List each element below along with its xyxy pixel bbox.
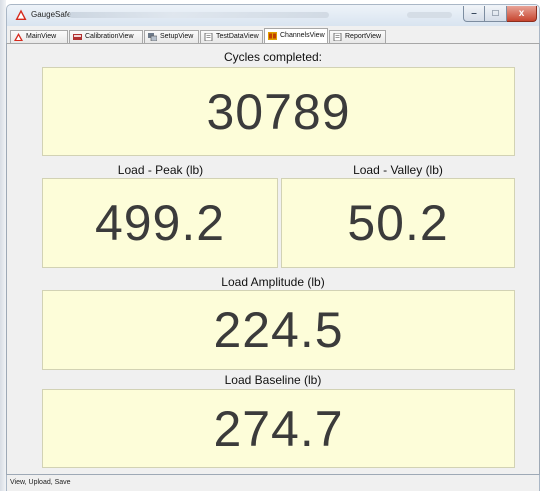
- tab-label: SetupView: [160, 33, 194, 40]
- maximize-icon: □: [492, 8, 499, 19]
- amplitude-value: 224.5: [213, 302, 344, 358]
- title-blurred-text: [69, 12, 329, 18]
- tab-channelsview[interactable]: ChannelsView: [264, 28, 328, 43]
- channels-icon: [268, 32, 277, 40]
- tab-reportview[interactable]: ReportView: [329, 30, 386, 43]
- tab-setupview[interactable]: SetupView: [144, 30, 199, 43]
- valley-label: Load - Valley (lb): [353, 163, 443, 177]
- cycles-value: 30789: [206, 83, 351, 140]
- tab-testdataview[interactable]: TestDataView: [200, 30, 263, 43]
- valley-value: 50.2: [347, 195, 449, 251]
- report-icon: [333, 33, 342, 41]
- cycles-label: Cycles completed:: [223, 50, 323, 64]
- cycles-panel: 30789: [42, 67, 515, 156]
- close-button[interactable]: x: [507, 6, 537, 22]
- valley-panel: 50.2: [281, 178, 515, 268]
- window-right-edge: [540, 0, 545, 491]
- title-bar[interactable]: GaugeSafe – □ x: [6, 4, 540, 26]
- peak-panel: 499.2: [42, 178, 278, 268]
- title-blurred-text-right: [407, 12, 452, 18]
- amplitude-label: Load Amplitude (lb): [221, 275, 325, 289]
- minimize-button[interactable]: –: [463, 6, 485, 22]
- tab-label: CalibrationView: [85, 33, 134, 40]
- tab-calibrationview[interactable]: CalibrationView: [69, 30, 143, 43]
- channels-view: Cycles completed: 30789 Load - Peak (lb)…: [6, 43, 540, 475]
- baseline-value: 274.7: [213, 400, 344, 457]
- app-warning-icon: [15, 9, 27, 20]
- tab-mainview[interactable]: MainView: [10, 30, 68, 43]
- close-icon: x: [518, 8, 525, 19]
- calibration-icon: [73, 34, 82, 40]
- tab-label: ChannelsView: [280, 32, 325, 39]
- status-bar: View, Upload, Save: [6, 475, 540, 491]
- tab-strip: MainView CalibrationView SetupView TestD…: [6, 26, 540, 43]
- tab-label: TestDataView: [216, 33, 259, 40]
- main-window: GaugeSafe – □ x MainView CalibrationView: [0, 0, 545, 491]
- tab-label: ReportView: [345, 33, 382, 40]
- minimize-icon: –: [471, 8, 477, 19]
- tab-label: MainView: [26, 33, 57, 40]
- maximize-button[interactable]: □: [485, 6, 507, 22]
- warning-triangle-icon: [14, 33, 23, 41]
- baseline-panel: 274.7: [42, 389, 515, 468]
- window-title: GaugeSafe: [31, 10, 72, 19]
- status-text: View, Upload, Save: [10, 479, 71, 486]
- peak-label: Load - Peak (lb): [117, 163, 204, 177]
- peak-value: 499.2: [94, 195, 226, 251]
- setup-icon: [148, 33, 157, 41]
- baseline-label: Load Baseline (lb): [224, 373, 322, 387]
- amplitude-panel: 224.5: [42, 290, 515, 370]
- document-icon: [204, 33, 213, 41]
